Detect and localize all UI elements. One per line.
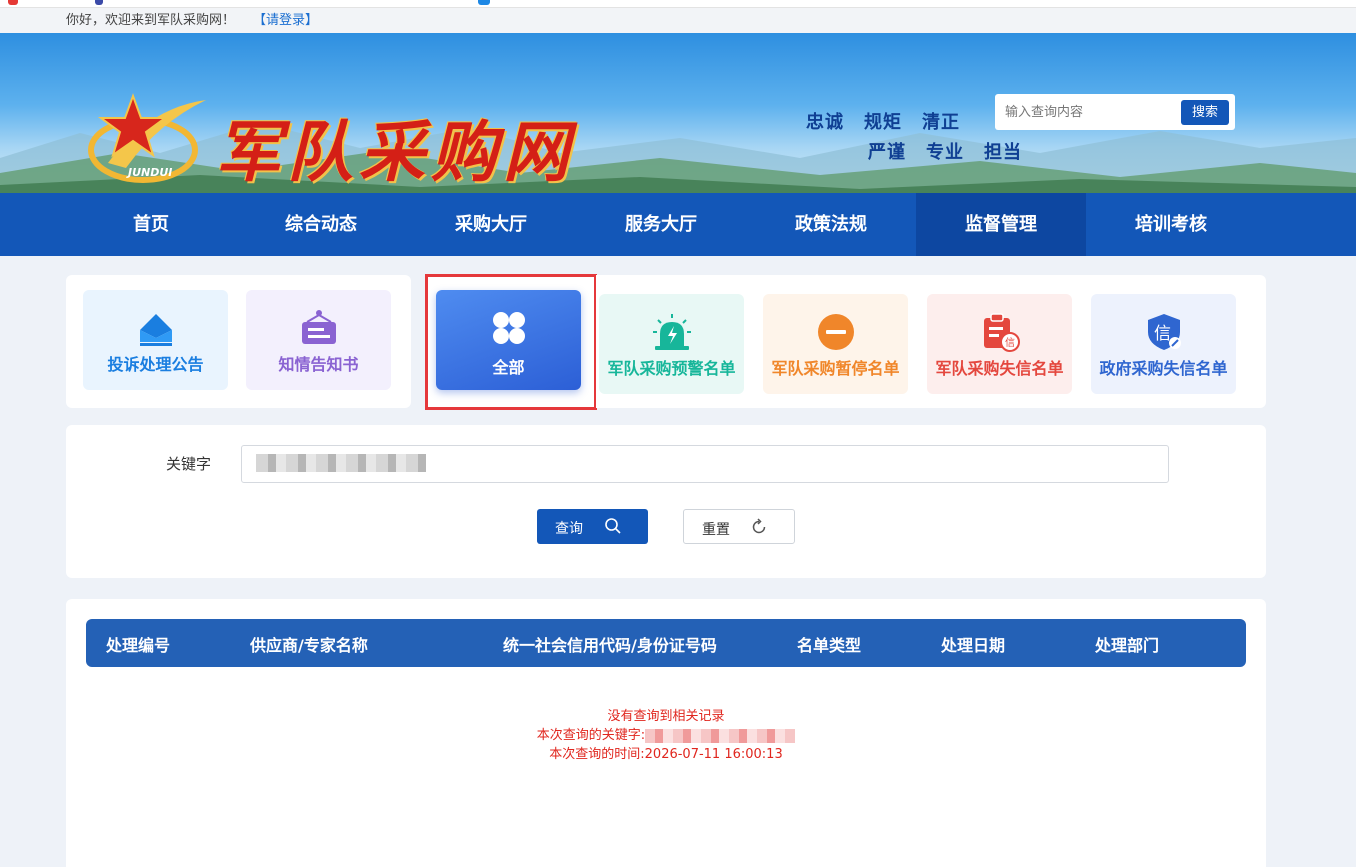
category-notice-letter[interactable]: 知情告知书 [246, 290, 391, 390]
category-dishonest-government-list[interactable]: 信 政府采购失信名单 [1091, 294, 1236, 394]
column-header: 名单类型 [797, 636, 862, 655]
motto-line-2: 严谨 专业 担当 [868, 138, 1042, 164]
redacted-keyword [645, 728, 796, 743]
category-label: 全部 [492, 358, 525, 377]
category-label: 军队采购暂停名单 [771, 359, 900, 378]
category-dishonest-military-list[interactable]: 信 军队采购失信名单 [927, 294, 1072, 394]
category-all[interactable]: 全部 [436, 290, 581, 390]
nav-item-home[interactable]: 首页 [66, 193, 236, 256]
keyword-input[interactable] [241, 445, 1169, 483]
emblem-text: JUNDUI [126, 166, 172, 179]
results-panel: 处理编号 供应商/专家名称 统一社会信用代码/身份证号码 名单类型 处理日期 处… [66, 599, 1266, 867]
top-bar: 你好，欢迎来到军队采购网！ 【请登录】 [0, 8, 1356, 33]
category-suspension-list[interactable]: 军队采购暂停名单 [763, 294, 908, 394]
search-form: 关键字 查询 重置 [66, 425, 1266, 578]
header-banner: JUNDUI 军队采购网 忠诚规矩清正 严谨专业担当 搜索 [0, 33, 1356, 193]
svg-text:信: 信 [1005, 337, 1015, 349]
query-button[interactable]: 查询 [537, 509, 648, 544]
category-label: 政府采购失信名单 [1099, 359, 1228, 378]
column-header: 处理日期 [941, 636, 1006, 655]
category-label: 投诉处理公告 [107, 355, 204, 374]
credit-shield-icon: 信 [1147, 314, 1181, 350]
column-header: 处理部门 [1095, 636, 1160, 655]
envelope-icon [139, 314, 172, 346]
category-label: 知情告知书 [278, 355, 359, 374]
motto-word: 忠诚 [806, 112, 844, 133]
nav-item-news[interactable]: 综合动态 [236, 193, 406, 256]
results-table-header: 处理编号 供应商/专家名称 统一社会信用代码/身份证号码 名单类型 处理日期 处… [86, 619, 1246, 667]
motto-line-1: 忠诚 规矩 清正 [806, 108, 980, 134]
category-label: 军队采购失信名单 [935, 359, 1064, 378]
query-keyword-prefix: 本次查询的关键字: [536, 728, 646, 743]
reset-button-label: 重置 [702, 522, 730, 538]
search-icon [605, 518, 621, 534]
category-panel-right: 军队采购预警名单 军队采购暂停名单 信 军队采购失信名单 信 政府采购失信名单 [596, 275, 1266, 408]
site-title: 军队采购网 [215, 113, 575, 191]
column-header: 统一社会信用代码/身份证号码 [503, 636, 717, 655]
nav-item-service-hall[interactable]: 服务大厅 [576, 193, 746, 256]
nav-item-supervision[interactable]: 监督管理 [916, 193, 1086, 256]
svg-text:信: 信 [1154, 324, 1171, 344]
alarm-light-icon [652, 314, 691, 350]
reset-button[interactable]: 重置 [683, 509, 795, 544]
dishonest-clipboard-icon: 信 [983, 313, 1020, 352]
nav-item-procurement-hall[interactable]: 采购大厅 [406, 193, 576, 256]
keyword-label: 关键字 [166, 455, 212, 473]
query-button-label: 查询 [555, 521, 583, 537]
category-panel-left: 投诉处理公告 知情告知书 [66, 275, 411, 408]
no-records-text: 没有查询到相关记录 [607, 709, 725, 724]
welcome-text: 你好，欢迎来到军队采购网！ [66, 13, 236, 28]
nav-item-training[interactable]: 培训考核 [1086, 193, 1256, 256]
category-warning-list[interactable]: 军队采购预警名单 [599, 294, 744, 394]
site-search: 搜索 [995, 94, 1235, 130]
motto-word: 清正 [922, 112, 960, 133]
empty-results-message: 没有查询到相关记录 本次查询的关键字: 本次查询的时间:2026-07-11 1… [66, 707, 1266, 764]
army-emblem-logo: JUNDUI [88, 93, 206, 183]
category-complaint-notice[interactable]: 投诉处理公告 [83, 290, 228, 390]
nav-item-policy[interactable]: 政策法规 [746, 193, 916, 256]
notice-board-icon [301, 310, 336, 344]
site-search-button[interactable]: 搜索 [1181, 100, 1229, 125]
browser-tab-strip [0, 0, 1356, 8]
category-label: 军队采购预警名单 [607, 359, 736, 378]
main-nav: 首页 综合动态 采购大厅 服务大厅 政策法规 监督管理 培训考核 [0, 193, 1356, 256]
query-keyword-line: 本次查询的关键字: [66, 726, 1266, 745]
motto-word: 严谨 [868, 142, 906, 163]
login-link[interactable]: 【请登录】 [253, 8, 318, 33]
query-time-line: 本次查询的时间:2026-07-11 16:00:13 [549, 747, 783, 762]
motto-word: 规矩 [864, 112, 902, 133]
refresh-icon [752, 518, 766, 534]
column-header: 供应商/专家名称 [250, 636, 368, 655]
site-search-input[interactable] [995, 94, 1180, 130]
column-header: 处理编号 [106, 636, 171, 655]
grid-icon [492, 312, 525, 344]
pause-circle-icon [817, 314, 854, 350]
motto-word: 担当 [984, 142, 1022, 163]
motto-word: 专业 [926, 142, 964, 163]
